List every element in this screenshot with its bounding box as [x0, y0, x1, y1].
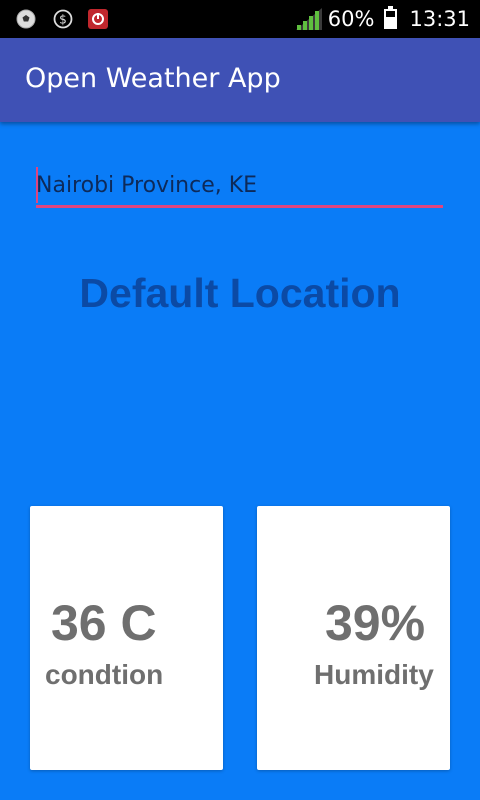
condition-label: condtion [45, 659, 164, 690]
temperature-value: 36 C [51, 595, 157, 651]
svg-text:$: $ [59, 13, 67, 27]
status-bar-right: 60% 13:31 [295, 0, 470, 38]
app-screen: $ 60% 13:31 Open Weather App Default Loc… [0, 0, 480, 800]
clock: 13:31 [409, 7, 470, 31]
humidity-label: Humidity [314, 659, 434, 690]
dollar-coin-icon: $ [53, 9, 73, 29]
soccer-ball-icon [16, 9, 36, 29]
text-cursor [36, 167, 38, 203]
app-title: Open Weather App [25, 63, 281, 94]
humidity-card: 39% Humidity [257, 506, 450, 770]
app-bar: Open Weather App [0, 38, 480, 122]
red-app-icon [88, 9, 108, 29]
signal-icon [295, 8, 322, 30]
humidity-value: 39% [325, 595, 426, 651]
location-title: Default Location [79, 270, 401, 316]
battery-percent: 60% [327, 7, 375, 31]
city-search-input[interactable] [36, 166, 443, 208]
temperature-card: 36 C condtion [30, 506, 223, 770]
status-bar: $ 60% 13:31 [0, 0, 480, 38]
battery-icon [384, 6, 398, 29]
